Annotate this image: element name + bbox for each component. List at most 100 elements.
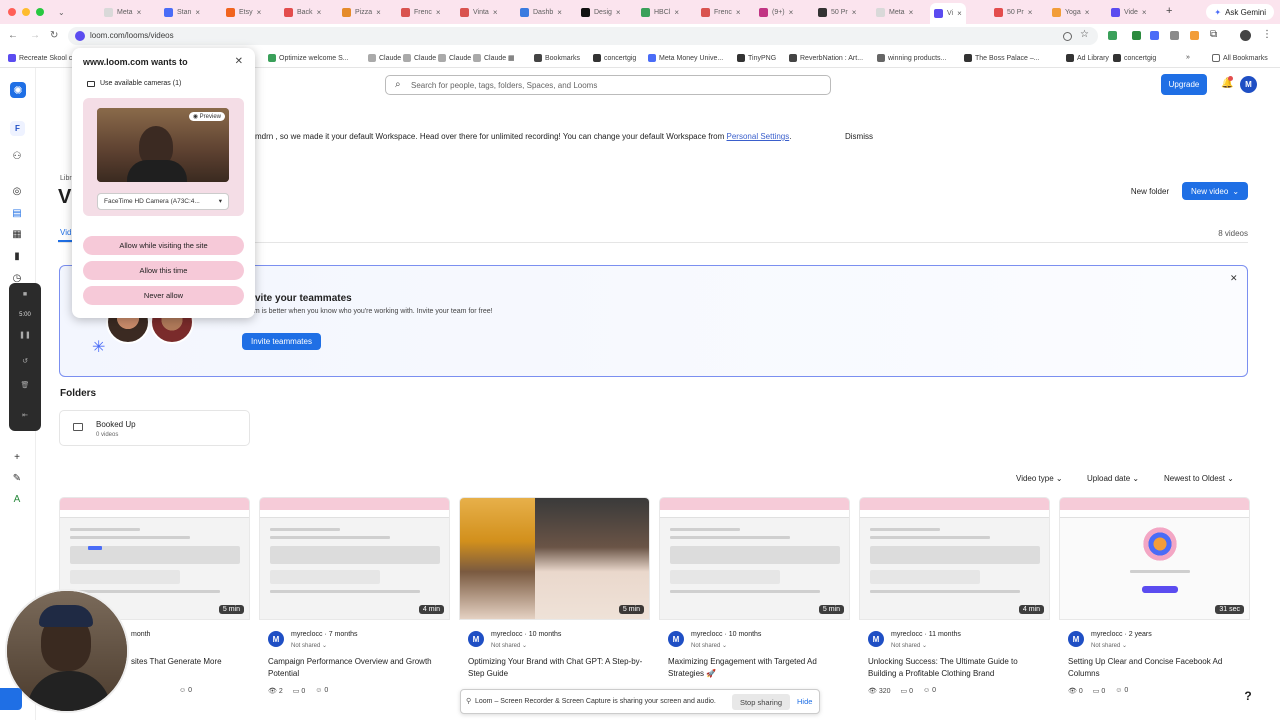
- workspace-avatar[interactable]: F: [10, 121, 25, 136]
- extensions-puzzle-icon[interactable]: ⧉: [1210, 29, 1217, 40]
- invite-teammates-button[interactable]: Invite teammates: [242, 333, 321, 350]
- dismiss-button[interactable]: Dismiss: [838, 127, 880, 145]
- bookmark-star-icon[interactable]: ☆: [1080, 29, 1089, 40]
- tab-close-icon[interactable]: ×: [616, 8, 621, 17]
- breadcrumb[interactable]: Libr: [60, 175, 72, 182]
- video-card[interactable]: 5 min Mmyreclocc · 10 months Not shared ⌄ M…: [659, 497, 850, 707]
- video-thumbnail[interactable]: 5 min: [459, 497, 650, 620]
- tab-close-icon[interactable]: ×: [137, 8, 142, 17]
- browser-tab[interactable]: Vi ×: [930, 3, 966, 24]
- video-title[interactable]: sites That Generate More: [131, 656, 246, 668]
- browser-tab[interactable]: Frenc ×: [697, 3, 745, 21]
- browser-tab[interactable]: Vinta ×: [456, 3, 502, 21]
- add-user-icon[interactable]: ⚇: [11, 150, 23, 162]
- tab-videos[interactable]: Vid: [60, 228, 71, 237]
- browser-tab[interactable]: 50 Pr ×: [990, 3, 1036, 21]
- browser-tab[interactable]: Meta ×: [100, 3, 145, 21]
- search-input[interactable]: ⌕ Search for people, tags, folders, Spac…: [385, 75, 831, 95]
- never-allow-button[interactable]: Never allow: [83, 286, 244, 305]
- minimize-window-button[interactable]: [22, 8, 30, 16]
- extension-blue-icon[interactable]: [1150, 31, 1159, 40]
- bookmark-item[interactable]: Bookmarks: [534, 54, 580, 62]
- tab-close-icon[interactable]: ×: [257, 8, 262, 17]
- zoom-window-button[interactable]: [36, 8, 44, 16]
- tab-close-icon[interactable]: ×: [195, 8, 200, 17]
- bookmark-item[interactable]: Claude: [368, 54, 401, 62]
- tab-close-icon[interactable]: ×: [317, 8, 322, 17]
- address-bar[interactable]: loom.com/looms/videos ☆: [68, 27, 1098, 45]
- tab-search-button[interactable]: ⌄: [54, 3, 69, 21]
- forward-icon[interactable]: →: [30, 30, 40, 41]
- ask-gemini-button[interactable]: ✦ Ask Gemini: [1206, 4, 1274, 20]
- extension-link-icon[interactable]: [1170, 31, 1179, 40]
- bookmark-item[interactable]: winning products...: [877, 54, 946, 62]
- reload-icon[interactable]: ↻: [50, 30, 58, 41]
- video-thumbnail[interactable]: 5 min: [659, 497, 850, 620]
- video-type-filter[interactable]: Video type ⌄: [1016, 474, 1063, 483]
- video-title[interactable]: Campaign Performance Overview and Growth…: [268, 656, 446, 680]
- share-status[interactable]: Not shared ⌄: [891, 642, 927, 649]
- upload-date-filter[interactable]: Upload date ⌄: [1087, 474, 1139, 483]
- video-title[interactable]: Setting Up Clear and Concise Facebook Ad…: [1068, 656, 1246, 680]
- add-icon[interactable]: +: [11, 451, 23, 463]
- tab-close-icon[interactable]: ×: [493, 8, 498, 17]
- help-button[interactable]: ?: [1238, 686, 1258, 706]
- webcam-bubble[interactable]: [5, 589, 129, 713]
- close-icon[interactable]: ✕: [1230, 273, 1238, 284]
- new-tab-icon[interactable]: +: [1166, 5, 1172, 17]
- user-avatar[interactable]: M: [1240, 76, 1257, 93]
- browser-tab[interactable]: Stan ×: [160, 3, 204, 21]
- personal-settings-link[interactable]: Personal Settings: [727, 132, 790, 141]
- record-square-icon[interactable]: ■: [19, 291, 31, 301]
- video-title[interactable]: Unlocking Success: The Ultimate Guide to…: [868, 656, 1046, 680]
- new-video-button[interactable]: New video ⌄: [1182, 182, 1248, 200]
- bookmark-item[interactable]: Meta Money Unive...: [648, 54, 723, 62]
- video-card[interactable]: 4 min Mmyreclocc · 11 months Not shared ⌄ U…: [859, 497, 1050, 707]
- allow-while-visiting-button[interactable]: Allow while visiting the site: [83, 236, 244, 255]
- bookmark-item[interactable]: Optimize welcome S...: [268, 54, 349, 62]
- browser-tab[interactable]: Dashb ×: [516, 3, 566, 21]
- folder-card[interactable]: Booked Up 0 videos: [59, 410, 250, 446]
- video-thumbnail[interactable]: 4 min: [859, 497, 1050, 620]
- bookmark-item[interactable]: ReverbNation : Art...: [789, 54, 863, 62]
- bookmark-item[interactable]: Claude: [403, 54, 436, 62]
- close-window-button[interactable]: [8, 8, 16, 16]
- camera-select[interactable]: FaceTime HD Camera (A73C:4... ▾: [97, 193, 229, 210]
- tab-close-icon[interactable]: ×: [674, 8, 679, 17]
- browser-tab[interactable]: Desig ×: [577, 3, 625, 21]
- bookmark-icon[interactable]: ▮: [11, 250, 23, 262]
- video-thumbnail[interactable]: 4 min: [259, 497, 450, 620]
- extension-green-icon[interactable]: [1108, 31, 1117, 40]
- loom-recording-tab[interactable]: [0, 688, 22, 710]
- browser-tab[interactable]: Etsy ×: [222, 3, 265, 21]
- site-info-icon[interactable]: [75, 31, 85, 41]
- tab-close-icon[interactable]: ×: [1028, 8, 1033, 17]
- bookmark-item[interactable]: TinyPNG: [737, 54, 776, 62]
- tab-close-icon[interactable]: ×: [736, 8, 741, 17]
- tab-close-icon[interactable]: ×: [1142, 8, 1147, 17]
- bookmark-item[interactable]: Claude: [473, 54, 506, 62]
- video-title[interactable]: Optimizing Your Brand with Chat GPT: A S…: [468, 656, 646, 680]
- trash-icon[interactable]: 🗑: [19, 381, 31, 391]
- tab-close-icon[interactable]: ×: [376, 8, 381, 17]
- bookmark-item[interactable]: Claude: [438, 54, 471, 62]
- share-status[interactable]: Not shared ⌄: [291, 642, 327, 649]
- upgrade-button[interactable]: Upgrade: [1161, 74, 1207, 95]
- loom-logo-icon[interactable]: ✺: [10, 82, 26, 98]
- back-icon[interactable]: ←: [8, 30, 18, 41]
- restart-icon[interactable]: ↺: [19, 357, 31, 367]
- pen-icon[interactable]: ✎: [11, 472, 23, 484]
- tab-close-icon[interactable]: ×: [557, 8, 562, 17]
- bookmark-item[interactable]: Ad Library: [1066, 54, 1109, 62]
- extension-puzzle-green-icon[interactable]: [1132, 31, 1141, 40]
- share-status[interactable]: Not shared ⌄: [1091, 642, 1127, 649]
- share-status[interactable]: Not shared ⌄: [491, 642, 527, 649]
- browser-tab[interactable]: Meta ×: [872, 3, 917, 21]
- video-title[interactable]: Maximizing Engagement with Targeted Ad S…: [668, 656, 846, 680]
- hide-button[interactable]: Hide: [797, 697, 812, 706]
- video-card[interactable]: 31 sec Mmyreclocc · 2 years Not shared ⌄ Se…: [1059, 497, 1250, 707]
- browser-tab[interactable]: Frenc ×: [397, 3, 445, 21]
- bookmark-item[interactable]: The Boss Palace –...: [964, 54, 1040, 62]
- close-icon[interactable]: ✕: [235, 56, 243, 67]
- bookmark-item[interactable]: concertgig: [593, 54, 636, 62]
